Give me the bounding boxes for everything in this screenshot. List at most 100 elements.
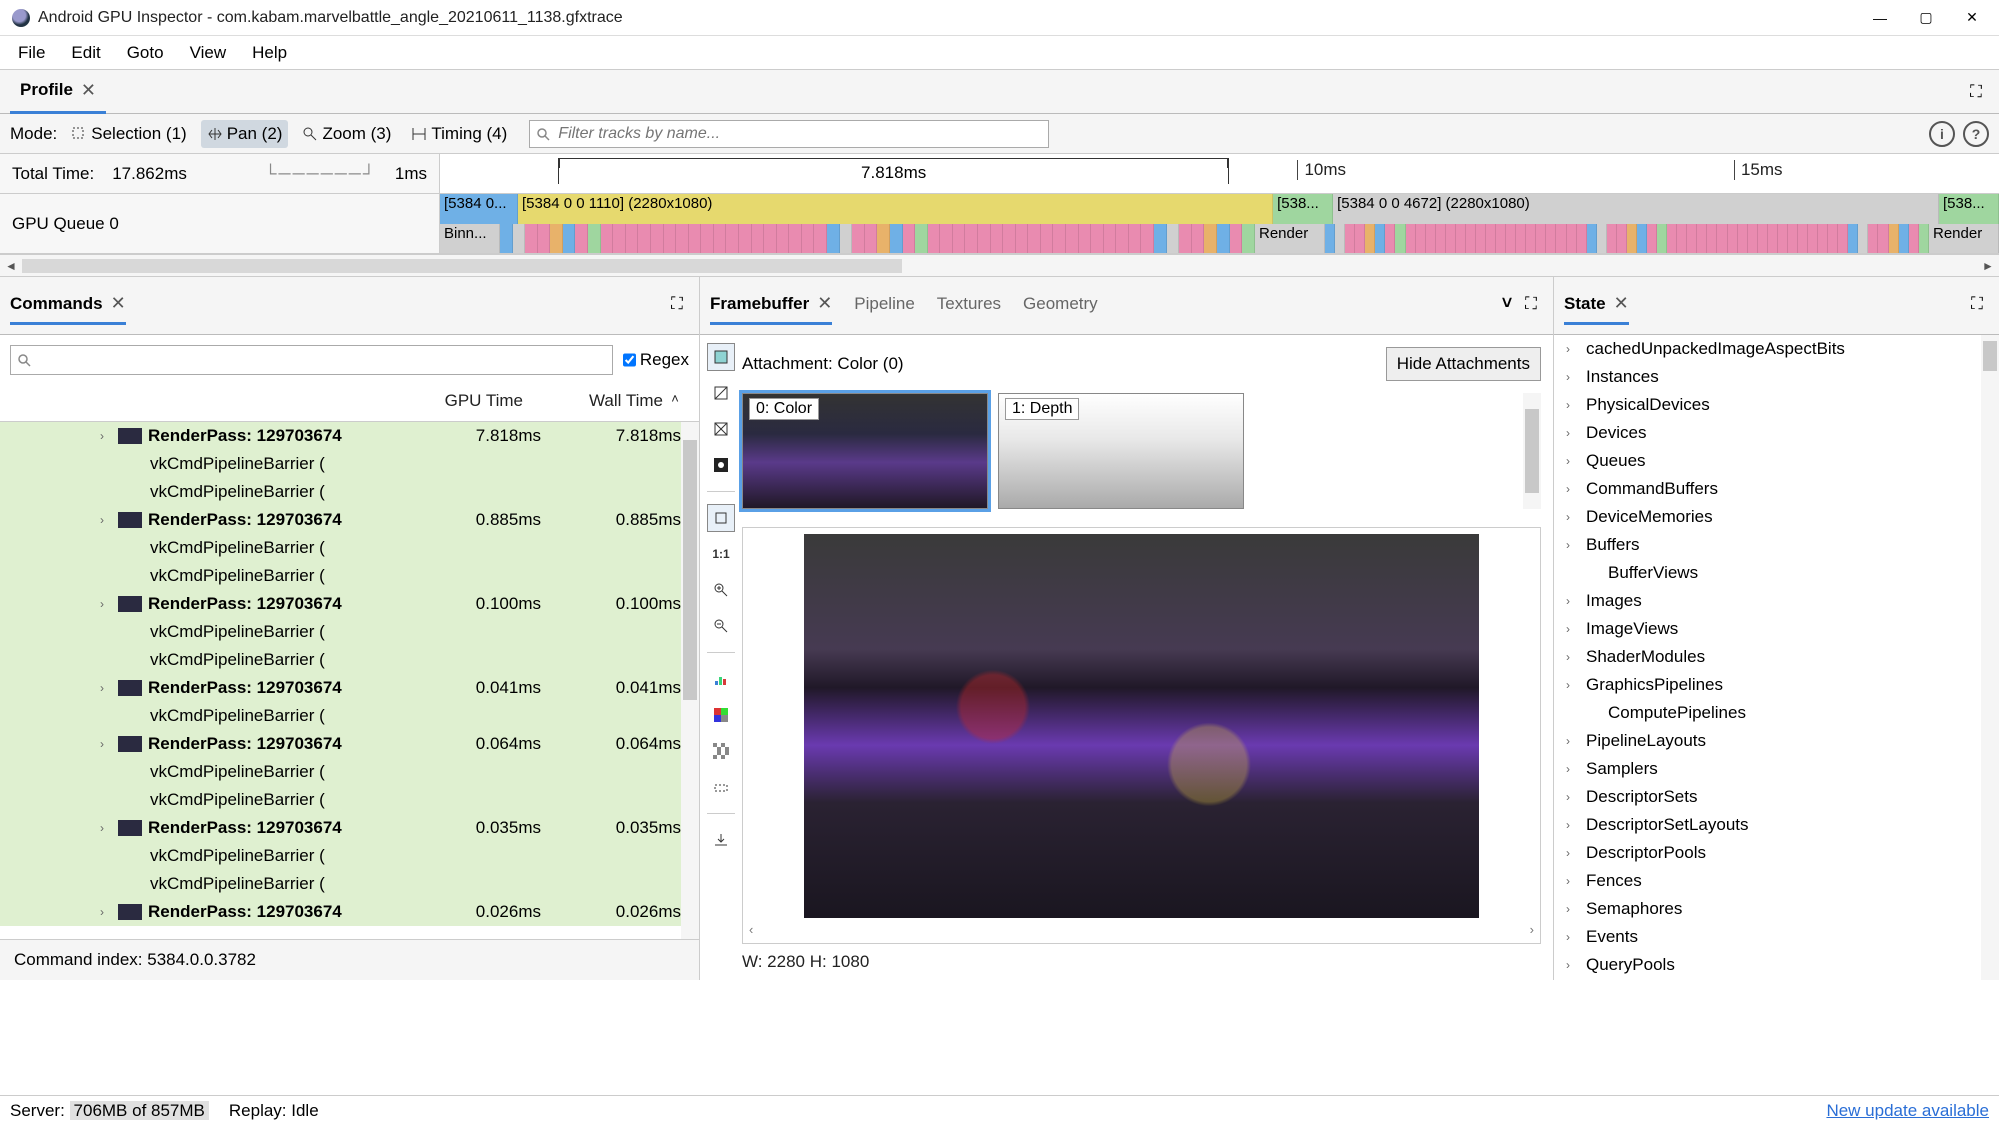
close-icon[interactable]: ✕ xyxy=(111,293,126,314)
command-row[interactable]: vkCmdPipelineBarrier ( xyxy=(0,842,681,870)
commands-search-input[interactable] xyxy=(10,345,613,375)
expand-button[interactable] xyxy=(1965,294,1989,314)
zoom-out-button[interactable] xyxy=(707,612,735,640)
close-button[interactable]: ✕ xyxy=(1949,2,1995,34)
command-row[interactable]: vkCmdPipelineBarrier ( xyxy=(0,478,681,506)
state-item[interactable]: ›cachedUnpackedImageAspectBits xyxy=(1554,335,1999,363)
menu-edit[interactable]: Edit xyxy=(59,39,112,67)
expand-button[interactable] xyxy=(1519,294,1543,314)
state-item[interactable]: ›Semaphores xyxy=(1554,895,1999,923)
queue-track[interactable]: [5384 0...[5384 0 0 1110] (2280x1080)[53… xyxy=(440,194,1999,253)
timeline-bar[interactable]: [538... xyxy=(1939,194,1999,224)
state-item[interactable]: ›Fences xyxy=(1554,867,1999,895)
state-item[interactable]: ›QueryPools xyxy=(1554,951,1999,979)
mode-timing[interactable]: Timing (4) xyxy=(405,120,513,148)
command-row[interactable]: vkCmdPipelineBarrier ( xyxy=(0,450,681,478)
actual-size-button[interactable]: 1:1 xyxy=(707,540,735,568)
menu-help[interactable]: Help xyxy=(240,39,299,67)
state-item[interactable]: ›DescriptorPools xyxy=(1554,839,1999,867)
tab-framebuffer[interactable]: Framebuffer ✕ xyxy=(710,285,832,325)
checker-button[interactable] xyxy=(707,737,735,765)
state-item[interactable]: ›Queues xyxy=(1554,447,1999,475)
state-item[interactable]: ›Events xyxy=(1554,923,1999,951)
mode-selection[interactable]: Selection (1) xyxy=(65,120,192,148)
command-row[interactable]: vkCmdPipelineBarrier ( xyxy=(0,870,681,898)
renderpass-row[interactable]: ›RenderPass: 1297036740.041ms0.041ms xyxy=(0,674,681,702)
mode-zoom[interactable]: Zoom (3) xyxy=(296,120,397,148)
update-link[interactable]: New update available xyxy=(1826,1101,1989,1121)
framebuffer-preview[interactable]: ‹› xyxy=(742,527,1541,944)
state-item[interactable]: ›Devices xyxy=(1554,419,1999,447)
overdraw-button[interactable] xyxy=(707,451,735,479)
fullscreen-button[interactable] xyxy=(1963,79,1989,105)
tab-profile[interactable]: Profile ✕ xyxy=(10,70,106,114)
state-item[interactable]: ›BufferViews xyxy=(1554,559,1999,587)
menu-file[interactable]: File xyxy=(6,39,57,67)
state-item[interactable]: ›DescriptorSetLayouts xyxy=(1554,811,1999,839)
regex-checkbox[interactable]: Regex xyxy=(623,345,689,375)
state-item[interactable]: ›GraphicsPipelines xyxy=(1554,671,1999,699)
state-item[interactable]: ›Samplers xyxy=(1554,755,1999,783)
tab-textures[interactable]: Textures xyxy=(937,286,1001,322)
state-item[interactable]: ›DeviceMemories xyxy=(1554,503,1999,531)
expand-button[interactable] xyxy=(665,294,689,314)
state-item[interactable]: ›Instances xyxy=(1554,363,1999,391)
attachment-thumb-color[interactable]: 0: Color xyxy=(742,393,988,509)
state-item[interactable]: ›CommandBuffers xyxy=(1554,475,1999,503)
commands-vscroll[interactable] xyxy=(681,422,699,939)
download-button[interactable] xyxy=(707,826,735,854)
hide-attachments-button[interactable]: Hide Attachments xyxy=(1386,347,1541,381)
flip-button[interactable] xyxy=(707,773,735,801)
tab-commands[interactable]: Commands ✕ xyxy=(10,285,126,325)
renderpass-row[interactable]: ›RenderPass: 1297036740.026ms0.026ms xyxy=(0,898,681,926)
tab-pipeline[interactable]: Pipeline xyxy=(854,286,915,322)
depth-channel-button[interactable] xyxy=(707,379,735,407)
hist-button[interactable] xyxy=(707,665,735,693)
thumbs-vscroll[interactable] xyxy=(1523,393,1541,509)
command-row[interactable]: vkCmdPipelineBarrier ( xyxy=(0,758,681,786)
wireframe-button[interactable] xyxy=(707,415,735,443)
renderpass-row[interactable]: ›RenderPass: 1297036740.035ms0.035ms xyxy=(0,814,681,842)
command-row[interactable]: vkCmdPipelineBarrier ( xyxy=(0,646,681,674)
state-item[interactable]: ›Framebuffers xyxy=(1554,979,1999,980)
tab-state[interactable]: State ✕ xyxy=(1564,285,1629,325)
state-item[interactable]: ›ShaderModules xyxy=(1554,643,1999,671)
state-item[interactable]: ›ComputePipelines xyxy=(1554,699,1999,727)
timeline-bar[interactable]: [538... xyxy=(1273,194,1333,224)
timeline-bar[interactable]: [5384 0 0 1110] (2280x1080) xyxy=(518,194,1273,224)
state-item[interactable]: ›DescriptorSets xyxy=(1554,783,1999,811)
filter-tracks-input[interactable] xyxy=(529,120,1049,148)
close-icon[interactable]: ✕ xyxy=(817,293,832,314)
command-row[interactable]: vkCmdPipelineBarrier ( xyxy=(0,618,681,646)
scrollbar-thumb[interactable] xyxy=(22,259,902,273)
zoom-in-button[interactable] xyxy=(707,576,735,604)
attachment-thumb-depth[interactable]: 1: Depth xyxy=(998,393,1244,509)
sort-indicator[interactable]: ˄ xyxy=(663,391,687,411)
time-axis[interactable]: 5ms 10ms 15ms 7.818ms xyxy=(440,154,1999,193)
state-item[interactable]: ›PipelineLayouts xyxy=(1554,727,1999,755)
state-vscroll[interactable] xyxy=(1981,335,1999,980)
menu-goto[interactable]: Goto xyxy=(115,39,176,67)
renderpass-row[interactable]: ›RenderPass: 1297036740.064ms0.064ms xyxy=(0,730,681,758)
state-item[interactable]: ›Images xyxy=(1554,587,1999,615)
state-item[interactable]: ›PhysicalDevices xyxy=(1554,391,1999,419)
state-item[interactable]: ›ImageViews xyxy=(1554,615,1999,643)
collapse-button[interactable] xyxy=(1495,293,1519,314)
timeline-bar[interactable]: [5384 0... xyxy=(440,194,518,224)
color-channel-button[interactable] xyxy=(707,343,735,371)
command-row[interactable]: vkCmdPipelineBarrier ( xyxy=(0,786,681,814)
info-button[interactable]: i xyxy=(1929,121,1955,147)
fit-button[interactable] xyxy=(707,504,735,532)
timeline-hscroll[interactable]: ◄ ► xyxy=(0,254,1999,276)
minimize-button[interactable]: — xyxy=(1857,2,1903,34)
maximize-button[interactable]: ▢ xyxy=(1903,2,1949,34)
command-row[interactable]: vkCmdPipelineBarrier ( xyxy=(0,534,681,562)
renderpass-row[interactable]: ›RenderPass: 1297036747.818ms7.818ms xyxy=(0,422,681,450)
close-icon[interactable]: ✕ xyxy=(81,80,96,101)
close-icon[interactable]: ✕ xyxy=(1614,293,1629,314)
command-row[interactable]: vkCmdPipelineBarrier ( xyxy=(0,562,681,590)
renderpass-row[interactable]: ›RenderPass: 1297036740.100ms0.100ms xyxy=(0,590,681,618)
tab-geometry[interactable]: Geometry xyxy=(1023,286,1098,322)
renderpass-row[interactable]: ›RenderPass: 1297036740.885ms0.885ms xyxy=(0,506,681,534)
state-item[interactable]: ›Buffers xyxy=(1554,531,1999,559)
